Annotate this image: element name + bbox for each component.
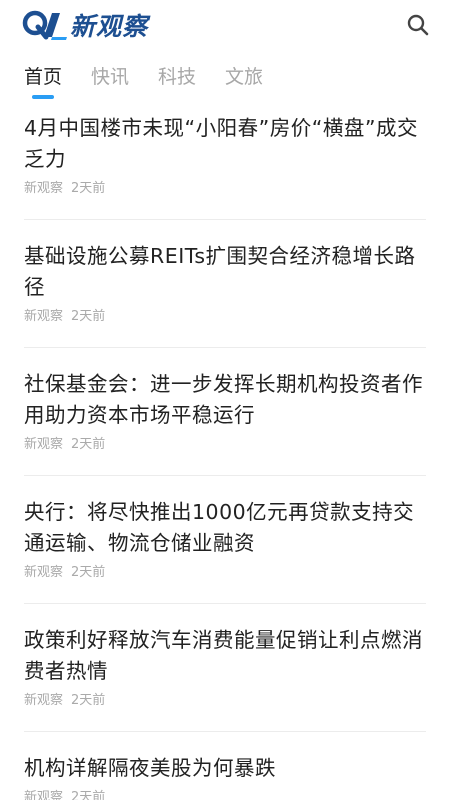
divider (24, 603, 426, 604)
divider (24, 347, 426, 348)
news-source: 新观察 (24, 309, 64, 324)
news-title: 社保基金会：进一步发挥长期机构投资者作用助力资本市场平稳运行 (24, 372, 423, 427)
tab-home[interactable]: 首页 (24, 62, 62, 89)
news-item[interactable]: 社保基金会：进一步发挥长期机构投资者作用助力资本市场平稳运行 新观察 2天前 (24, 369, 426, 452)
active-tab-indicator (32, 95, 54, 99)
news-time: 2天前 (71, 693, 106, 708)
news-meta: 新观察 2天前 (24, 561, 426, 580)
news-meta: 新观察 2天前 (24, 177, 426, 196)
app-header: 新观察 (0, 0, 450, 52)
news-source: 新观察 (24, 693, 64, 708)
news-time: 2天前 (71, 790, 106, 800)
news-item[interactable]: 基础设施公募REITs扩围契合经济稳增长路径 新观察 2天前 (24, 241, 426, 324)
news-meta: 新观察 2天前 (24, 433, 426, 452)
logo-text: 新观察 (70, 12, 149, 41)
news-item[interactable]: 4月中国楼市未现“小阳春”房价“横盘”成交乏力 新观察 2天前 (24, 113, 426, 196)
news-meta: 新观察 2天前 (24, 305, 426, 324)
news-item[interactable]: 央行：将尽快推出1000亿元再贷款支持交通运输、物流仓储业融资 新观察 2天前 (24, 497, 426, 580)
news-source: 新观察 (24, 790, 64, 800)
logo-mark-icon (22, 10, 67, 40)
tab-culture-travel[interactable]: 文旅 (225, 62, 263, 89)
news-title: 央行：将尽快推出1000亿元再贷款支持交通运输、物流仓储业融资 (24, 500, 415, 555)
news-meta: 新观察 2天前 (24, 689, 426, 708)
news-time: 2天前 (71, 437, 106, 452)
divider (24, 475, 426, 476)
category-tabs: 首页 快讯 科技 文旅 (0, 62, 450, 104)
news-source: 新观察 (24, 437, 64, 452)
news-title: 政策利好释放汽车消费能量促销让利点燃消费者热情 (24, 628, 423, 683)
news-title: 4月中国楼市未现“小阳春”房价“横盘”成交乏力 (24, 116, 419, 171)
news-title: 基础设施公募REITs扩围契合经济稳增长路径 (24, 244, 416, 299)
search-button[interactable] (406, 13, 430, 37)
news-item[interactable]: 机构详解隔夜美股为何暴跌 新观察 2天前 (24, 753, 426, 800)
divider (24, 219, 426, 220)
divider (24, 731, 426, 732)
news-source: 新观察 (24, 181, 64, 196)
news-title: 机构详解隔夜美股为何暴跌 (24, 756, 276, 780)
logo[interactable]: 新观察 (22, 8, 148, 42)
news-source: 新观察 (24, 565, 64, 580)
news-time: 2天前 (71, 181, 106, 196)
news-meta: 新观察 2天前 (24, 786, 426, 800)
tab-flash-news[interactable]: 快讯 (91, 62, 129, 89)
search-icon (407, 14, 429, 36)
news-time: 2天前 (71, 565, 106, 580)
news-time: 2天前 (71, 309, 106, 324)
tab-tech[interactable]: 科技 (158, 62, 196, 89)
news-item[interactable]: 政策利好释放汽车消费能量促销让利点燃消费者热情 新观察 2天前 (24, 625, 426, 708)
